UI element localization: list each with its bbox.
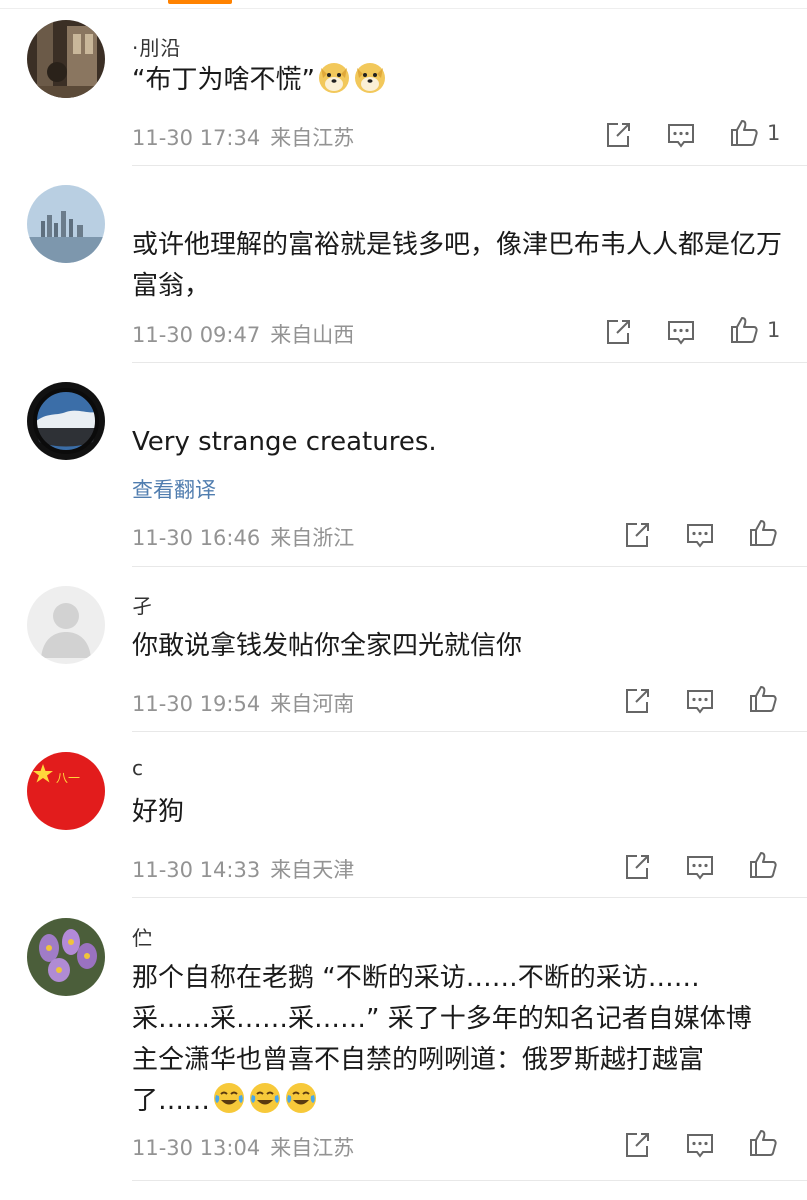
top-divider bbox=[0, 8, 807, 9]
share-icon[interactable] bbox=[603, 120, 633, 150]
like-icon[interactable] bbox=[748, 684, 778, 714]
share-icon[interactable] bbox=[622, 1130, 652, 1160]
comment-date: 11-30 09:47 bbox=[132, 323, 261, 347]
comment-location: 来自浙江 bbox=[270, 526, 355, 550]
username[interactable]: c bbox=[132, 756, 144, 782]
doge-emoji bbox=[353, 60, 387, 94]
comment-meta: 11-30 19:54 来自河南 bbox=[132, 688, 354, 718]
share-icon[interactable] bbox=[622, 686, 652, 716]
like-count: 1 bbox=[767, 318, 781, 342]
like-icon[interactable] bbox=[748, 1128, 778, 1158]
comment-meta: 11-30 09:47 来自山西 bbox=[132, 319, 354, 349]
comment-location: 来自江苏 bbox=[270, 1136, 355, 1160]
comment-location: 来自天津 bbox=[270, 858, 355, 882]
reply-icon[interactable] bbox=[685, 520, 715, 550]
avatar[interactable] bbox=[27, 382, 105, 460]
like-icon[interactable] bbox=[729, 118, 759, 148]
comment-location: 来自江苏 bbox=[270, 126, 355, 150]
comment-item: 孑 你敢说拿钱发帖你全家四光就信你 11-30 19:54 来自河南 bbox=[0, 586, 807, 736]
comment-text: 好狗 bbox=[132, 797, 185, 827]
reply-icon[interactable] bbox=[685, 1130, 715, 1160]
comment-date: 11-30 14:33 bbox=[132, 858, 261, 882]
avatar[interactable] bbox=[27, 586, 105, 664]
share-icon[interactable] bbox=[603, 317, 633, 347]
comment-text: 或许他理解的富裕就是钱多吧，像津巴布韦人人都是亿万富翁， bbox=[132, 230, 783, 301]
like-icon[interactable] bbox=[748, 518, 778, 548]
like-icon[interactable] bbox=[729, 315, 759, 345]
comment-item: Very strange creatures. 查看翻译 11-30 16:46… bbox=[0, 382, 807, 567]
comment-divider bbox=[132, 566, 807, 567]
reply-icon[interactable] bbox=[666, 317, 696, 347]
comment-location: 来自河南 bbox=[270, 692, 355, 716]
translate-link[interactable]: 查看翻译 bbox=[132, 474, 216, 504]
comment-item: 伫 那个自称在老鹅 “不断的采访……不断的采访……采……采……采……” 采了十多… bbox=[0, 918, 807, 1198]
comment-item: 八一 c 好狗 11-30 14:33 来自天津 bbox=[0, 752, 807, 902]
laugh-cry-emoji bbox=[248, 1081, 282, 1115]
username[interactable]: 伫 bbox=[132, 922, 153, 948]
comment-date: 11-30 16:46 bbox=[132, 526, 261, 550]
share-icon[interactable] bbox=[622, 520, 652, 550]
comment-divider bbox=[132, 731, 807, 732]
comment-item: ·刖沿 “布丁为啥不慌” 11-30 17:34 来自江苏 1 bbox=[0, 20, 807, 170]
avatar[interactable] bbox=[27, 20, 105, 98]
comment-location: 来自山西 bbox=[270, 323, 355, 347]
comment-text: Very strange creatures. bbox=[132, 427, 437, 457]
comment-divider bbox=[132, 165, 807, 166]
comment-divider bbox=[132, 362, 807, 363]
comment-text: 那个自称在老鹅 “不断的采访……不断的采访……采……采……采……” 采了十多年的… bbox=[132, 963, 752, 1116]
avatar-text: 八一 bbox=[56, 771, 80, 785]
comment-date: 11-30 17:34 bbox=[132, 126, 261, 150]
comment-date: 11-30 13:04 bbox=[132, 1136, 261, 1160]
comment-meta: 11-30 14:33 来自天津 bbox=[132, 854, 354, 884]
share-icon[interactable] bbox=[622, 852, 652, 882]
active-tab-indicator bbox=[168, 0, 232, 4]
comment-meta: 11-30 13:04 来自江苏 bbox=[132, 1132, 354, 1162]
avatar[interactable] bbox=[27, 185, 105, 263]
reply-icon[interactable] bbox=[685, 686, 715, 716]
comment-text: “布丁为啥不慌” bbox=[132, 60, 782, 101]
username[interactable]: 孑 bbox=[132, 590, 153, 616]
comment-divider bbox=[132, 1180, 807, 1181]
comment-date: 11-30 19:54 bbox=[132, 692, 261, 716]
doge-emoji bbox=[317, 60, 351, 94]
laugh-cry-emoji bbox=[284, 1081, 318, 1115]
like-count: 1 bbox=[767, 121, 781, 145]
comment-item: 或许他理解的富裕就是钱多吧，像津巴布韦人人都是亿万富翁， 11-30 09:47… bbox=[0, 185, 807, 365]
avatar[interactable]: 八一 bbox=[27, 752, 105, 830]
laugh-cry-emoji bbox=[212, 1081, 246, 1115]
comment-text: 你敢说拿钱发帖你全家四光就信你 bbox=[132, 631, 523, 661]
username[interactable]: ·刖沿 bbox=[132, 32, 181, 58]
comment-meta: 11-30 16:46 来自浙江 bbox=[132, 522, 354, 552]
reply-icon[interactable] bbox=[666, 120, 696, 150]
reply-icon[interactable] bbox=[685, 852, 715, 882]
comment-meta: 11-30 17:34 来自江苏 bbox=[132, 122, 354, 152]
comment-divider bbox=[132, 897, 807, 898]
avatar[interactable] bbox=[27, 918, 105, 996]
like-icon[interactable] bbox=[748, 850, 778, 880]
